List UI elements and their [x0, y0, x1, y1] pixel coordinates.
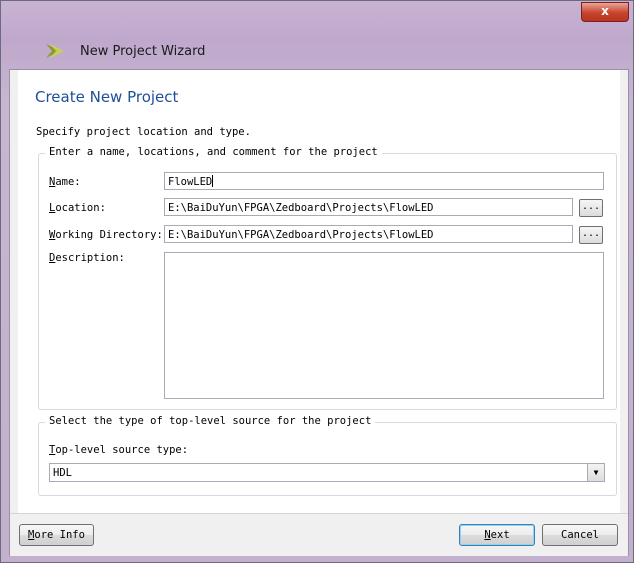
location-browse-button[interactable]: ... — [579, 199, 603, 217]
description-textarea[interactable] — [164, 252, 604, 399]
close-icon: x — [601, 4, 609, 18]
xilinx-logo-icon — [46, 44, 64, 58]
wizard-client-area: Create New Project Specify project locat… — [9, 69, 629, 556]
page-body: Specify project location and type. Enter… — [18, 117, 620, 513]
working-directory-label: Working Directory: — [49, 229, 163, 241]
instruction-text: Specify project location and type. — [36, 126, 251, 138]
description-label: Description: — [49, 252, 125, 264]
location-group-legend: Enter a name, locations, and comment for… — [45, 146, 382, 158]
source-type-select[interactable]: HDL ▼ — [49, 463, 605, 482]
page-title: Create New Project — [35, 88, 179, 106]
chevron-down-icon[interactable]: ▼ — [587, 464, 604, 481]
wizard-window: x New Project Wizard Create New Project … — [0, 0, 634, 563]
source-type-label: Top-level source type: — [49, 444, 189, 456]
source-type-group-legend: Select the type of top-level source for … — [45, 415, 376, 427]
source-type-group: Select the type of top-level source for … — [38, 415, 617, 496]
more-info-button[interactable]: More Info — [19, 524, 94, 546]
location-group: Enter a name, locations, and comment for… — [38, 146, 617, 410]
location-field[interactable]: E:\BaiDuYun\FPGA\Zedboard\Projects\FlowL… — [164, 198, 573, 216]
page-header: Create New Project — [18, 70, 620, 117]
source-type-value: HDL — [53, 467, 72, 479]
cancel-button[interactable]: Cancel — [542, 524, 618, 546]
working-directory-browse-button[interactable]: ... — [579, 226, 603, 244]
location-label: Location: — [49, 202, 106, 214]
wizard-footer: More Info Next Cancel — [10, 513, 628, 556]
next-button[interactable]: Next — [459, 524, 535, 546]
window-title: New Project Wizard — [80, 44, 206, 59]
working-directory-field[interactable]: E:\BaiDuYun\FPGA\Zedboard\Projects\FlowL… — [164, 225, 573, 243]
name-field-value: FlowLED — [168, 176, 213, 188]
close-button[interactable]: x — [581, 2, 629, 22]
text-cursor — [212, 175, 214, 187]
name-field[interactable]: FlowLED — [164, 172, 604, 190]
name-label: Name: — [49, 176, 81, 188]
